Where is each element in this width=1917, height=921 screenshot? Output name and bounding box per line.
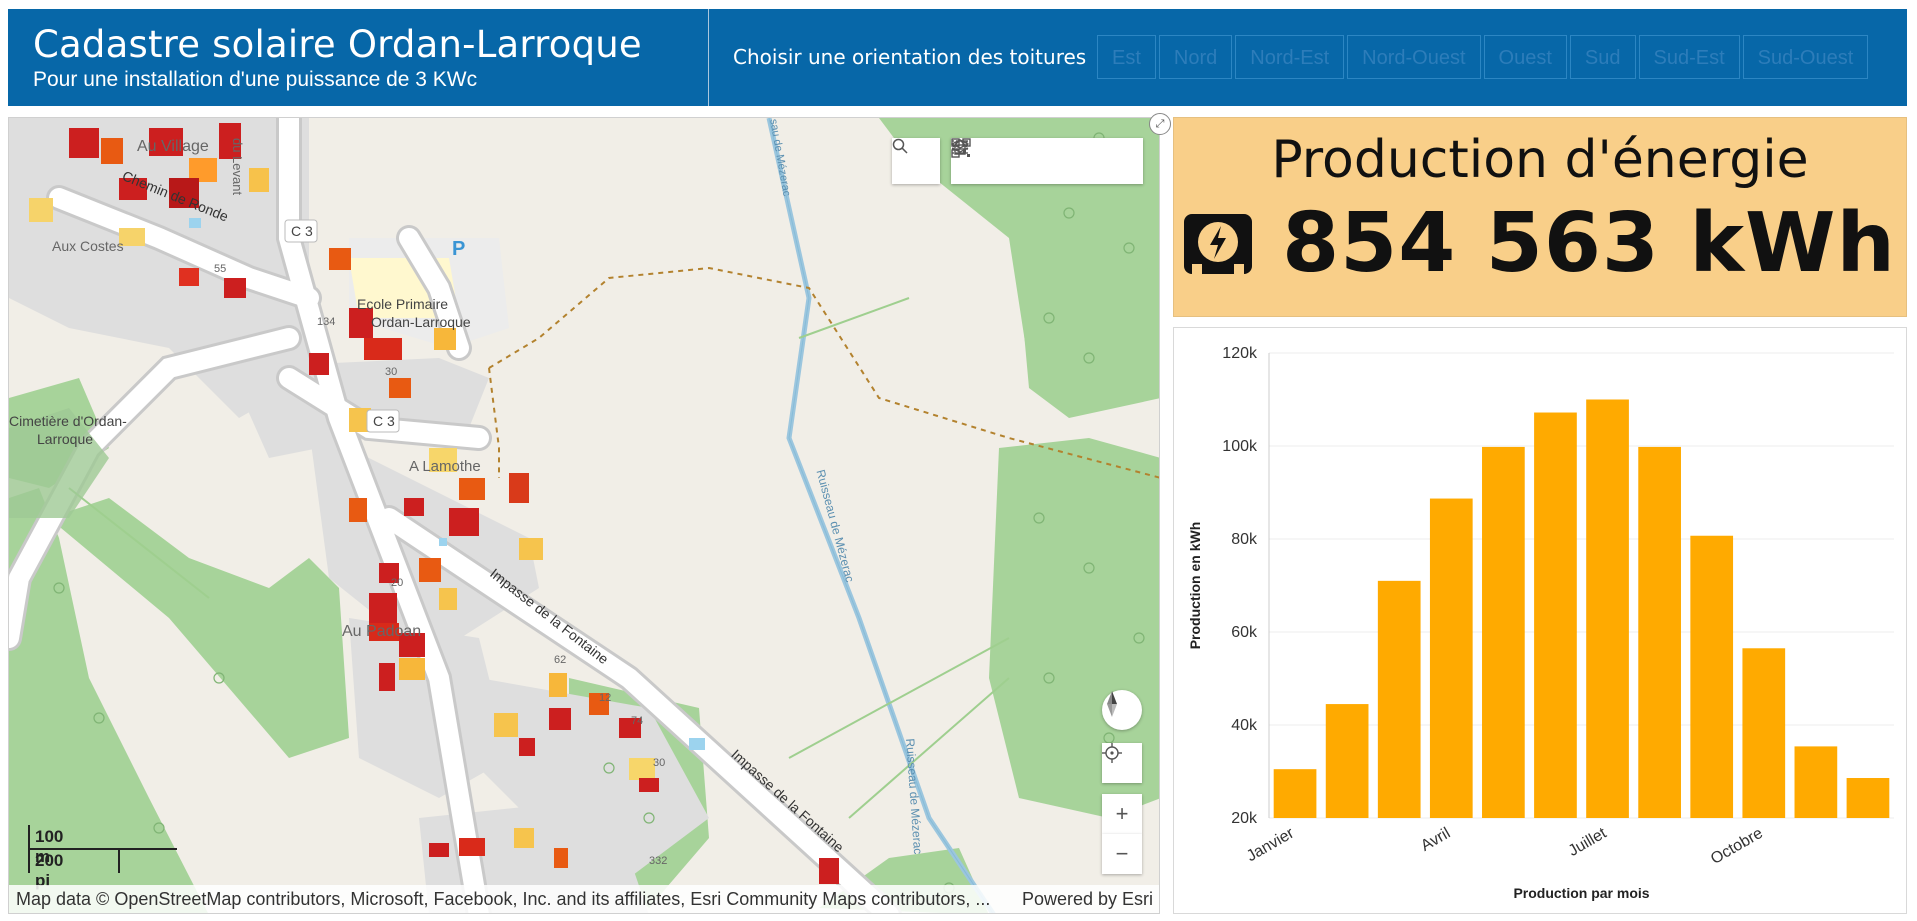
- production-panel: Production d'énergie 854 563 kWh: [1173, 117, 1907, 317]
- label-au-village: Au Village: [137, 138, 209, 155]
- label-ecole-line2: Ordan-Larroque: [371, 314, 471, 330]
- y-tick-label: 20k: [1231, 810, 1258, 827]
- zoom-in-icon[interactable]: +: [1102, 794, 1142, 834]
- y-tick-label: 60k: [1231, 624, 1258, 641]
- label-ecole-line1: Ecole Primaire: [357, 296, 449, 312]
- production-value-row: 854 563 kWh: [1174, 196, 1906, 292]
- bar-juin: [1534, 412, 1577, 818]
- zoom-out-icon[interactable]: −: [1102, 834, 1142, 874]
- label-a-lamothe: A Lamothe: [409, 458, 481, 475]
- x-tick-label: Octobre: [1708, 825, 1766, 868]
- layers-icon[interactable]: [951, 138, 1095, 184]
- orientation-button-sud-est[interactable]: Sud-Est: [1638, 35, 1740, 79]
- expand-icon[interactable]: ⤢: [1149, 113, 1171, 135]
- y-tick-label: 40k: [1231, 717, 1258, 734]
- label-au-padoan: Au Padoan: [342, 623, 422, 640]
- app-header: Cadastre solaire Ordan-Larroque Pour une…: [8, 9, 1907, 106]
- production-title: Production d'énergie: [1271, 130, 1809, 190]
- bar-mars: [1377, 580, 1421, 818]
- bar-août: [1638, 446, 1681, 818]
- orientation-button-nord-ouest[interactable]: Nord-Ouest: [1347, 35, 1481, 79]
- label-cimetiere-line2: Larroque: [37, 431, 94, 447]
- bar-juillet: [1586, 399, 1629, 818]
- electric-meter-icon: [1184, 214, 1253, 274]
- map-basemap: [9, 118, 1159, 913]
- label-c3-north: C 3: [291, 223, 313, 239]
- label-n55: 55: [214, 263, 227, 275]
- app-subtitle: Pour une installation d'une puissance de…: [33, 68, 478, 91]
- production-value: 854 563 kWh: [1282, 196, 1896, 291]
- y-tick-label: 80k: [1231, 531, 1258, 548]
- label-n20: 20: [391, 577, 404, 589]
- label-n12: 12: [599, 692, 612, 704]
- attribution-text[interactable]: Map data © OpenStreetMap contributors, M…: [16, 885, 990, 913]
- parking-icon: P: [452, 238, 466, 260]
- label-n30: 30: [385, 366, 398, 378]
- bar-octobre: [1742, 648, 1786, 818]
- x-axis-title: Production par mois: [1513, 885, 1649, 901]
- y-tick-label: 100k: [1222, 438, 1258, 455]
- orientation-button-est[interactable]: Est: [1097, 35, 1156, 79]
- chart-svg: 20k 40k 60k 80k 100k 120k Janvier Avril Juillet O…: [1187, 345, 1894, 901]
- y-axis-title: Production en kWh: [1187, 522, 1203, 650]
- map-attribution: Map data © OpenStreetMap contributors, M…: [9, 885, 1159, 913]
- qr-code-icon[interactable]: [951, 138, 1143, 184]
- bar-janvier: [1273, 769, 1317, 818]
- monthly-production-chart: 20k 40k 60k 80k 100k 120k Janvier Avril Juillet O…: [1173, 327, 1907, 914]
- bar-février: [1325, 704, 1369, 818]
- y-tick-label: 120k: [1222, 345, 1258, 362]
- search-toolbar: [892, 138, 940, 184]
- x-tick-label: Avril: [1418, 825, 1453, 855]
- orientation-buttons: Est Nord Nord-Est Nord-Ouest Ouest Sud Sud-Est…: [1097, 35, 1869, 79]
- bar-avril: [1429, 498, 1473, 818]
- label-c3-south: C 3: [373, 413, 395, 429]
- x-tick-label: Janvier: [1244, 824, 1298, 865]
- label-n62: 62: [554, 654, 567, 666]
- map-view[interactable]: Au Village du Levant Chemin de Ronde Aux…: [8, 117, 1160, 914]
- label-aux-costes: Aux Costes: [52, 238, 124, 254]
- map-tools-toolbar: [951, 138, 1143, 184]
- label-n30b: 30: [653, 757, 666, 769]
- label-du-levant: du Levant: [230, 138, 245, 196]
- orientation-button-sud[interactable]: Sud: [1569, 35, 1636, 79]
- bar-novembre: [1794, 746, 1838, 818]
- label-n74: 74: [631, 715, 644, 727]
- locate-icon[interactable]: [1102, 743, 1142, 783]
- header-divider: [708, 9, 709, 106]
- legend-icon[interactable]: [952, 138, 1047, 184]
- orientation-button-ouest[interactable]: Ouest: [1483, 35, 1567, 79]
- label-cimetiere-line1: Cimetière d'Ordan-: [9, 413, 127, 429]
- powered-by-esri[interactable]: Powered by Esri: [1022, 885, 1153, 913]
- orientation-label: Choisir une orientation des toitures: [733, 45, 1087, 69]
- title-block: Cadastre solaire Ordan-Larroque Pour une…: [33, 23, 642, 93]
- label-n134: 134: [317, 316, 336, 328]
- orientation-button-nord-est[interactable]: Nord-Est: [1235, 35, 1345, 79]
- compass-icon[interactable]: [1102, 690, 1142, 730]
- bar-mai: [1482, 446, 1525, 818]
- bar-décembre: [1846, 778, 1890, 818]
- bar-septembre: [1690, 535, 1734, 818]
- x-tick-label: Juillet: [1566, 824, 1610, 859]
- orientation-button-nord[interactable]: Nord: [1158, 35, 1233, 79]
- orientation-button-sud-ouest[interactable]: Sud-Ouest: [1742, 35, 1869, 79]
- label-n332: 332: [649, 855, 668, 867]
- app-title: Cadastre solaire Ordan-Larroque: [33, 23, 642, 66]
- search-icon[interactable]: [892, 138, 940, 184]
